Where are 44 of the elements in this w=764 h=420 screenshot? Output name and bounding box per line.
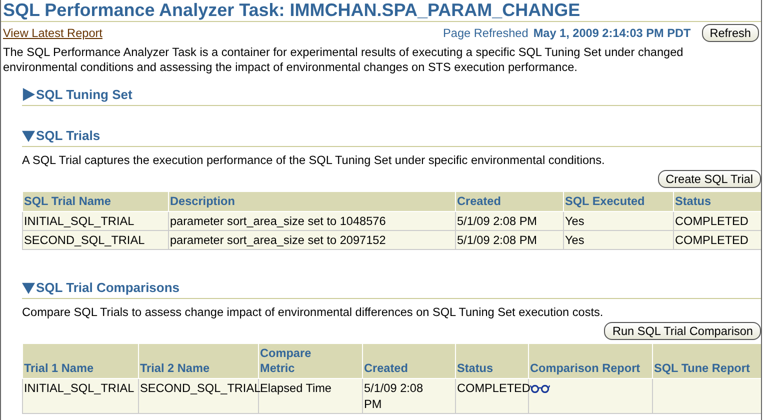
table-cell: Yes: [564, 230, 674, 250]
column-header[interactable]: SQL Tune Report: [652, 344, 761, 378]
expanded-triangle-icon[interactable]: [22, 281, 35, 294]
section-title[interactable]: SQL Trials: [36, 128, 100, 143]
table-cell: INITIAL_SQL_TRIAL: [22, 212, 168, 230]
table-cell: SECOND_SQL_TRIAL: [138, 378, 258, 414]
table-cell: COMPLETED: [674, 230, 761, 250]
glasses-icon[interactable]: [530, 384, 550, 393]
table-cell: 5/1/09 2:08 PM: [456, 230, 564, 250]
table-cell: 5/1/09 2:08 PM: [362, 378, 456, 414]
report-link[interactable]: View Latest Report: [3, 26, 102, 40]
table-cell: parameter sort_area_size set to 2097152: [168, 230, 456, 250]
table-cell: Yes: [564, 212, 674, 230]
table-cell: COMPLETED: [456, 378, 528, 414]
section-description: Compare SQL Trials to assess change impact of environmental differences on SQL Tuning Set execution costs.: [22, 305, 604, 320]
refresh-time: May 1, 2009 2:14:03 PM PDT: [533, 26, 691, 40]
column-header[interactable]: Status: [456, 344, 528, 378]
page-title: SQL Performance Analyzer Task: IMMCHAN.SPA_PARAM_CHANGE: [1, 0, 761, 22]
column-header[interactable]: Trial 2 Name: [138, 344, 258, 378]
intro-text: The SQL Performance Analyzer Task is a container for experimental results of executing a specific SQL Tuning Set under changed environmental conditions and assessing the impact of environmental changes on STS execution performance.: [3, 45, 684, 75]
column-header[interactable]: Trial 1 Name: [22, 344, 138, 378]
column-header[interactable]: Description: [168, 192, 456, 212]
section-title[interactable]: SQL Trial Comparisons: [36, 280, 180, 295]
table-cell: INITIAL_SQL_TRIAL: [22, 378, 138, 414]
table-cell: SECOND_SQL_TRIAL: [22, 230, 168, 250]
section-title[interactable]: SQL Tuning Set: [36, 87, 132, 102]
column-header[interactable]: Created: [362, 344, 456, 378]
column-header[interactable]: SQL Trial Name: [22, 192, 168, 212]
section-action-button[interactable]: Create SQL Trial: [658, 170, 761, 188]
refresh-label: Page Refreshed: [443, 26, 528, 40]
table-cell: COMPLETED: [674, 212, 761, 230]
column-header[interactable]: Created: [456, 192, 564, 212]
column-header[interactable]: Status: [674, 192, 761, 212]
column-header[interactable]: Comparison Report: [528, 344, 652, 378]
table-cell: parameter sort_area_size set to 1048576: [168, 212, 456, 230]
section-description: A SQL Trial captures the execution performance of the SQL Tuning Set under specific environmental conditions.: [22, 153, 606, 168]
section-action-button[interactable]: Run SQL Trial Comparison: [604, 322, 761, 340]
refresh-button[interactable]: Refresh: [702, 24, 759, 42]
expanded-triangle-icon[interactable]: [22, 129, 35, 142]
column-header[interactable]: SQL Executed: [564, 192, 674, 212]
column-header[interactable]: Compare Metric: [258, 344, 362, 378]
collapsed-triangle-icon[interactable]: [22, 88, 35, 101]
table-cell: Elapsed Time: [258, 378, 362, 414]
table-cell: 5/1/09 2:08 PM: [456, 212, 564, 230]
